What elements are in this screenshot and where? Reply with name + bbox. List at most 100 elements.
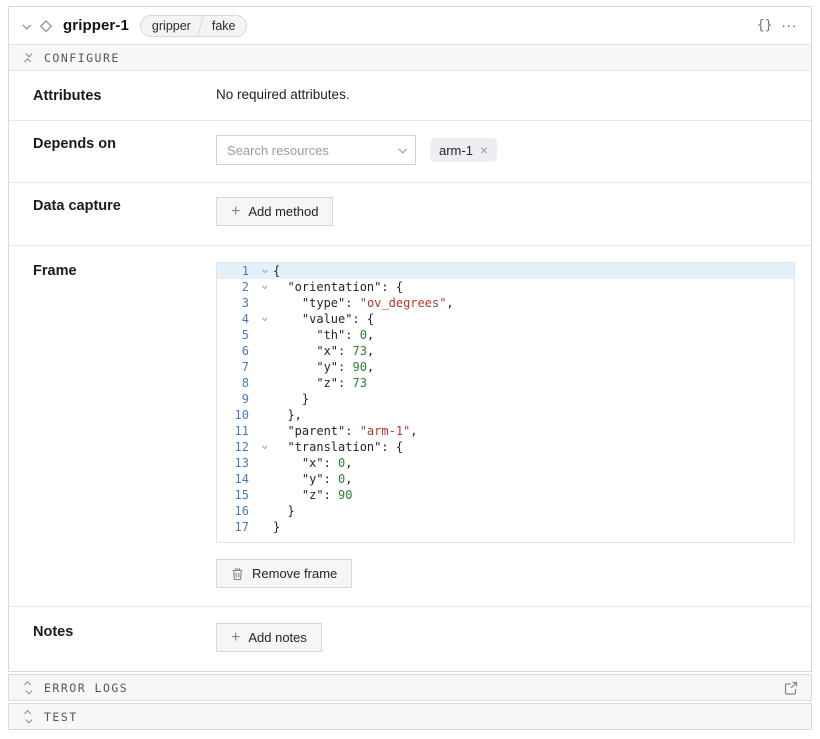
code-line[interactable]: 3 "type": "ov_degrees", — [217, 295, 794, 311]
code-line[interactable]: 15 "z": 90 — [217, 487, 794, 503]
line-number: 3 — [217, 295, 255, 311]
code-text: } — [273, 391, 794, 407]
line-number: 15 — [217, 487, 255, 503]
plus-icon: + — [231, 204, 240, 220]
code-text: } — [273, 519, 794, 535]
expand-section-icon[interactable] — [22, 682, 34, 693]
code-text: "x": 0, — [273, 455, 794, 471]
tag-type: gripper — [141, 16, 200, 36]
fold-chevron-icon[interactable] — [255, 311, 273, 327]
component-diamond-icon — [38, 18, 54, 34]
code-text: }, — [273, 407, 794, 423]
code-text: "orientation": { — [273, 279, 794, 295]
code-text: "type": "ov_degrees", — [273, 295, 794, 311]
section-error-logs-label: ERROR LOGS — [44, 681, 128, 695]
fold-gutter — [255, 327, 273, 343]
row-frame: Frame 1{2 "orientation": {3 "type": "ov_… — [9, 246, 811, 607]
code-line[interactable]: 7 "y": 90, — [217, 359, 794, 375]
code-line[interactable]: 5 "th": 0, — [217, 327, 794, 343]
fold-chevron-icon[interactable] — [255, 263, 273, 279]
section-configure[interactable]: CONFIGURE — [9, 44, 811, 71]
add-notes-label: Add notes — [248, 630, 307, 645]
section-test[interactable]: TEST — [8, 703, 812, 730]
fold-gutter — [255, 519, 273, 535]
fold-gutter — [255, 487, 273, 503]
expand-section-icon[interactable] — [22, 711, 34, 722]
code-line[interactable]: 4 "value": { — [217, 311, 794, 327]
line-number: 9 — [217, 391, 255, 407]
remove-dependency-icon[interactable]: × — [480, 143, 488, 157]
line-number: 10 — [217, 407, 255, 423]
row-attributes: Attributes No required attributes. — [9, 71, 811, 121]
fold-gutter — [255, 359, 273, 375]
dependency-name: arm-1 — [439, 143, 473, 158]
collapse-section-icon[interactable] — [22, 52, 34, 63]
attributes-value: No required attributes. — [216, 87, 787, 104]
code-line[interactable]: 14 "y": 0, — [217, 471, 794, 487]
code-editor-lines: 1{2 "orientation": {3 "type": "ov_degree… — [217, 263, 794, 535]
code-text: "y": 90, — [273, 359, 794, 375]
depends-search-placeholder: Search resources — [227, 143, 391, 158]
attributes-label: Attributes — [33, 87, 216, 104]
remove-frame-button[interactable]: Remove frame — [216, 559, 352, 588]
row-data-capture: Data capture + Add method — [9, 183, 811, 246]
collapse-chevron-icon[interactable] — [22, 21, 30, 29]
line-number: 2 — [217, 279, 255, 295]
code-line[interactable]: 12 "translation": { — [217, 439, 794, 455]
depends-on-label: Depends on — [33, 135, 216, 165]
fold-gutter — [255, 375, 273, 391]
code-line[interactable]: 10 }, — [217, 407, 794, 423]
code-line[interactable]: 11 "parent": "arm-1", — [217, 423, 794, 439]
code-line[interactable]: 9 } — [217, 391, 794, 407]
open-logs-external-icon[interactable] — [784, 681, 798, 695]
fold-gutter — [255, 295, 273, 311]
code-line[interactable]: 16 } — [217, 503, 794, 519]
line-number: 17 — [217, 519, 255, 535]
code-text: { — [273, 263, 794, 279]
trash-icon — [231, 567, 244, 581]
row-notes: Notes + Add notes — [9, 607, 811, 671]
fold-chevron-icon[interactable] — [255, 279, 273, 295]
code-text: "parent": "arm-1", — [273, 423, 794, 439]
component-card: gripper-1 gripper fake {} ... CONFIGURE … — [8, 6, 812, 672]
section-configure-label: CONFIGURE — [44, 51, 120, 65]
line-number: 14 — [217, 471, 255, 487]
row-depends-on: Depends on Search resources arm-1 × — [9, 121, 811, 183]
line-number: 12 — [217, 439, 255, 455]
depends-search-input[interactable]: Search resources — [216, 135, 416, 165]
line-number: 11 — [217, 423, 255, 439]
line-number: 6 — [217, 343, 255, 359]
section-error-logs[interactable]: ERROR LOGS — [8, 674, 812, 701]
json-mode-icon[interactable]: {} — [757, 18, 773, 33]
frame-label: Frame — [33, 262, 216, 588]
line-number: 13 — [217, 455, 255, 471]
line-number: 5 — [217, 327, 255, 343]
page: gripper-1 gripper fake {} ... CONFIGURE … — [0, 0, 820, 730]
component-type-tags: gripper fake — [140, 15, 248, 37]
code-line[interactable]: 6 "x": 73, — [217, 343, 794, 359]
tag-model: fake — [201, 16, 247, 36]
fold-gutter — [255, 407, 273, 423]
select-chevron-icon — [398, 145, 406, 153]
code-text: "translation": { — [273, 439, 794, 455]
code-line[interactable]: 13 "x": 0, — [217, 455, 794, 471]
code-text: "y": 0, — [273, 471, 794, 487]
component-header: gripper-1 gripper fake {} ... — [9, 7, 811, 44]
data-capture-label: Data capture — [33, 197, 216, 226]
code-text: "z": 73 — [273, 375, 794, 391]
line-number: 1 — [217, 263, 255, 279]
frame-json-editor[interactable]: 1{2 "orientation": {3 "type": "ov_degree… — [216, 262, 795, 543]
code-line[interactable]: 1{ — [217, 263, 794, 279]
line-number: 7 — [217, 359, 255, 375]
add-notes-button[interactable]: + Add notes — [216, 623, 322, 652]
plus-icon: + — [231, 630, 240, 646]
add-method-button[interactable]: + Add method — [216, 197, 333, 226]
code-line[interactable]: 17} — [217, 519, 794, 535]
code-line[interactable]: 8 "z": 73 — [217, 375, 794, 391]
code-line[interactable]: 2 "orientation": { — [217, 279, 794, 295]
more-menu-icon[interactable]: ... — [781, 15, 797, 36]
code-text: "x": 73, — [273, 343, 794, 359]
fold-chevron-icon[interactable] — [255, 439, 273, 455]
line-number: 8 — [217, 375, 255, 391]
code-text: "z": 90 — [273, 487, 794, 503]
